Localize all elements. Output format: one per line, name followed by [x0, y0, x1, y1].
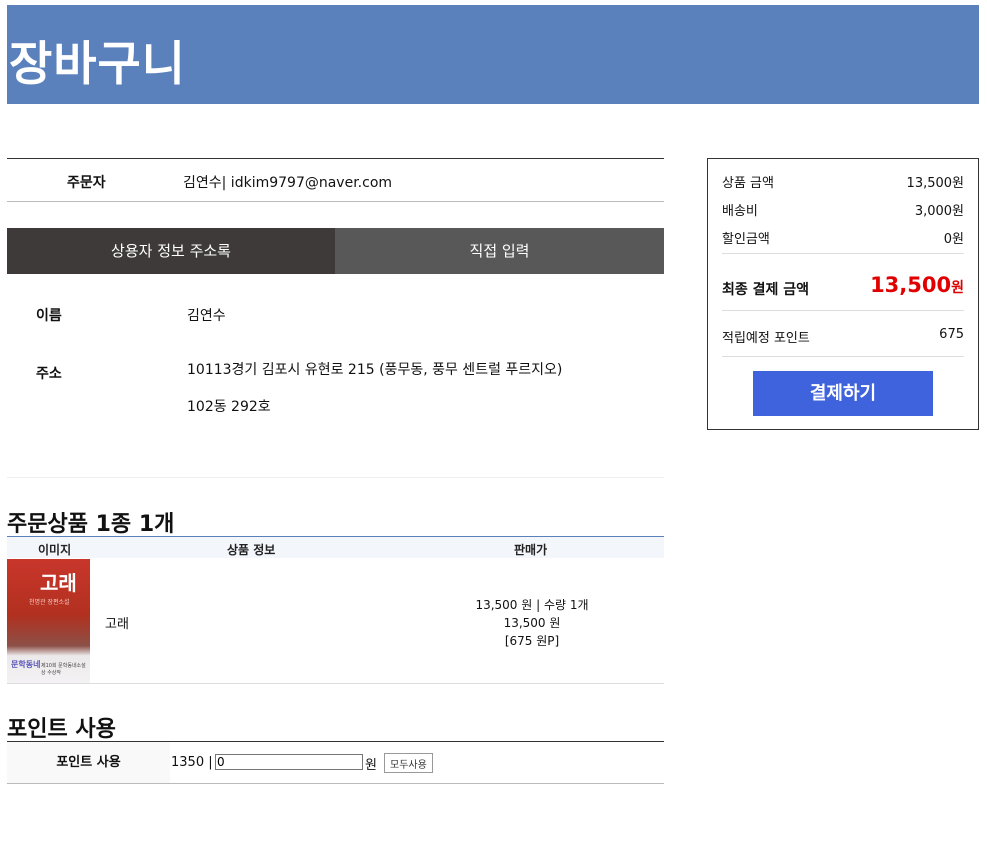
use-all-points-button[interactable]: 모두사용: [384, 753, 433, 773]
product-name[interactable]: 고래: [105, 613, 129, 632]
address-label: 주소: [36, 366, 62, 382]
divider: [722, 356, 964, 357]
tab-direct-input[interactable]: 직접 입력: [335, 228, 664, 274]
points-earn-value: 675: [939, 327, 964, 342]
orderer-row: 주문자 김연수| idkim9797@naver.com: [7, 158, 664, 202]
cover-subtitle: 천명관 장편소설: [29, 599, 70, 606]
final-amount: 13,500원: [870, 273, 964, 297]
orderer-label: 주문자: [67, 175, 106, 191]
address-tabs: 상용자 정보 주소록 직접 입력: [7, 228, 664, 274]
name-label: 이름: [36, 308, 62, 324]
table-header: 이미지 상품 정보 판매가: [7, 537, 664, 558]
summary-product-amount: 상품 금액 13,500원: [722, 172, 964, 191]
final-amount-value: 13,500: [870, 273, 952, 297]
address-line1: 10113경기 김포시 유현로 215 (풍무동, 풍무 센트럴 푸르지오): [187, 362, 563, 378]
summary-discount: 할인금액 0원: [722, 228, 964, 247]
final-label: 최종 결제 금액: [722, 282, 810, 298]
points-unit: 원: [365, 758, 377, 773]
divider: [722, 310, 964, 311]
recipient-info: 이름 김연수 주소 10113경기 김포시 유현로 215 (풍무동, 풍무 센…: [7, 274, 664, 478]
book-cover-image[interactable]: 고래 천명관 장편소설 문학동네 제10회 문학동네소설상 수상작: [7, 559, 90, 683]
cover-logo: 문학동네: [11, 660, 41, 669]
points-earn-label: 적립예정 포인트: [722, 331, 810, 346]
price-points: [675 원P]: [504, 634, 560, 648]
name-value: 김연수: [187, 308, 226, 324]
tab-address-book[interactable]: 상용자 정보 주소록: [7, 228, 335, 274]
orderer-value: 김연수| idkim9797@naver.com: [183, 175, 393, 191]
points-available: 1350 |: [171, 755, 213, 770]
products-heading: 주문상품 1종 1개: [7, 512, 175, 537]
summary-shipping: 배송비 3,000원: [722, 200, 964, 219]
col-price: 판매가: [514, 543, 548, 557]
col-image: 이미지: [38, 543, 72, 557]
price-quantity: 13,500 원 | 수량 1개: [475, 598, 589, 612]
page-banner: 장바구니: [7, 5, 979, 104]
summary-points: 적립예정 포인트 675: [722, 327, 964, 346]
shipping-label: 배송비: [722, 204, 758, 219]
points-row: 포인트 사용 1350 | 원 모두사용: [7, 741, 664, 784]
page-title: 장바구니: [9, 37, 186, 92]
order-summary: 상품 금액 13,500원 배송비 3,000원 할인금액 0원 최종 결제 금…: [707, 158, 979, 430]
price-subtotal: 13,500 원: [503, 616, 561, 630]
product-price: 13,500 원 | 수량 1개 13,500 원 [675 원P]: [417, 596, 647, 650]
discount-value: 0원: [943, 232, 964, 247]
final-amount-unit: 원: [951, 280, 964, 296]
product-table: 이미지 상품 정보 판매가 고래 천명관 장편소설 문학동네 제10회 문학동네…: [7, 536, 664, 684]
points-heading: 포인트 사용: [7, 717, 116, 742]
cover-title: 고래: [40, 571, 77, 595]
discount-label: 할인금액: [722, 232, 770, 247]
shipping-value: 3,000원: [914, 204, 964, 219]
pay-button[interactable]: 결제하기: [753, 371, 933, 416]
product-amount-label: 상품 금액: [722, 176, 774, 191]
product-amount-value: 13,500원: [906, 176, 964, 191]
address-line2: 102동 292호: [187, 399, 271, 415]
divider: [722, 253, 964, 254]
col-info: 상품 정보: [227, 543, 276, 557]
cover-footer: 제10회 문학동네소설상 수상작: [41, 663, 86, 676]
summary-final: 최종 결제 금액 13,500원: [722, 273, 964, 299]
points-input[interactable]: [215, 754, 363, 770]
points-label: 포인트 사용: [7, 742, 170, 783]
